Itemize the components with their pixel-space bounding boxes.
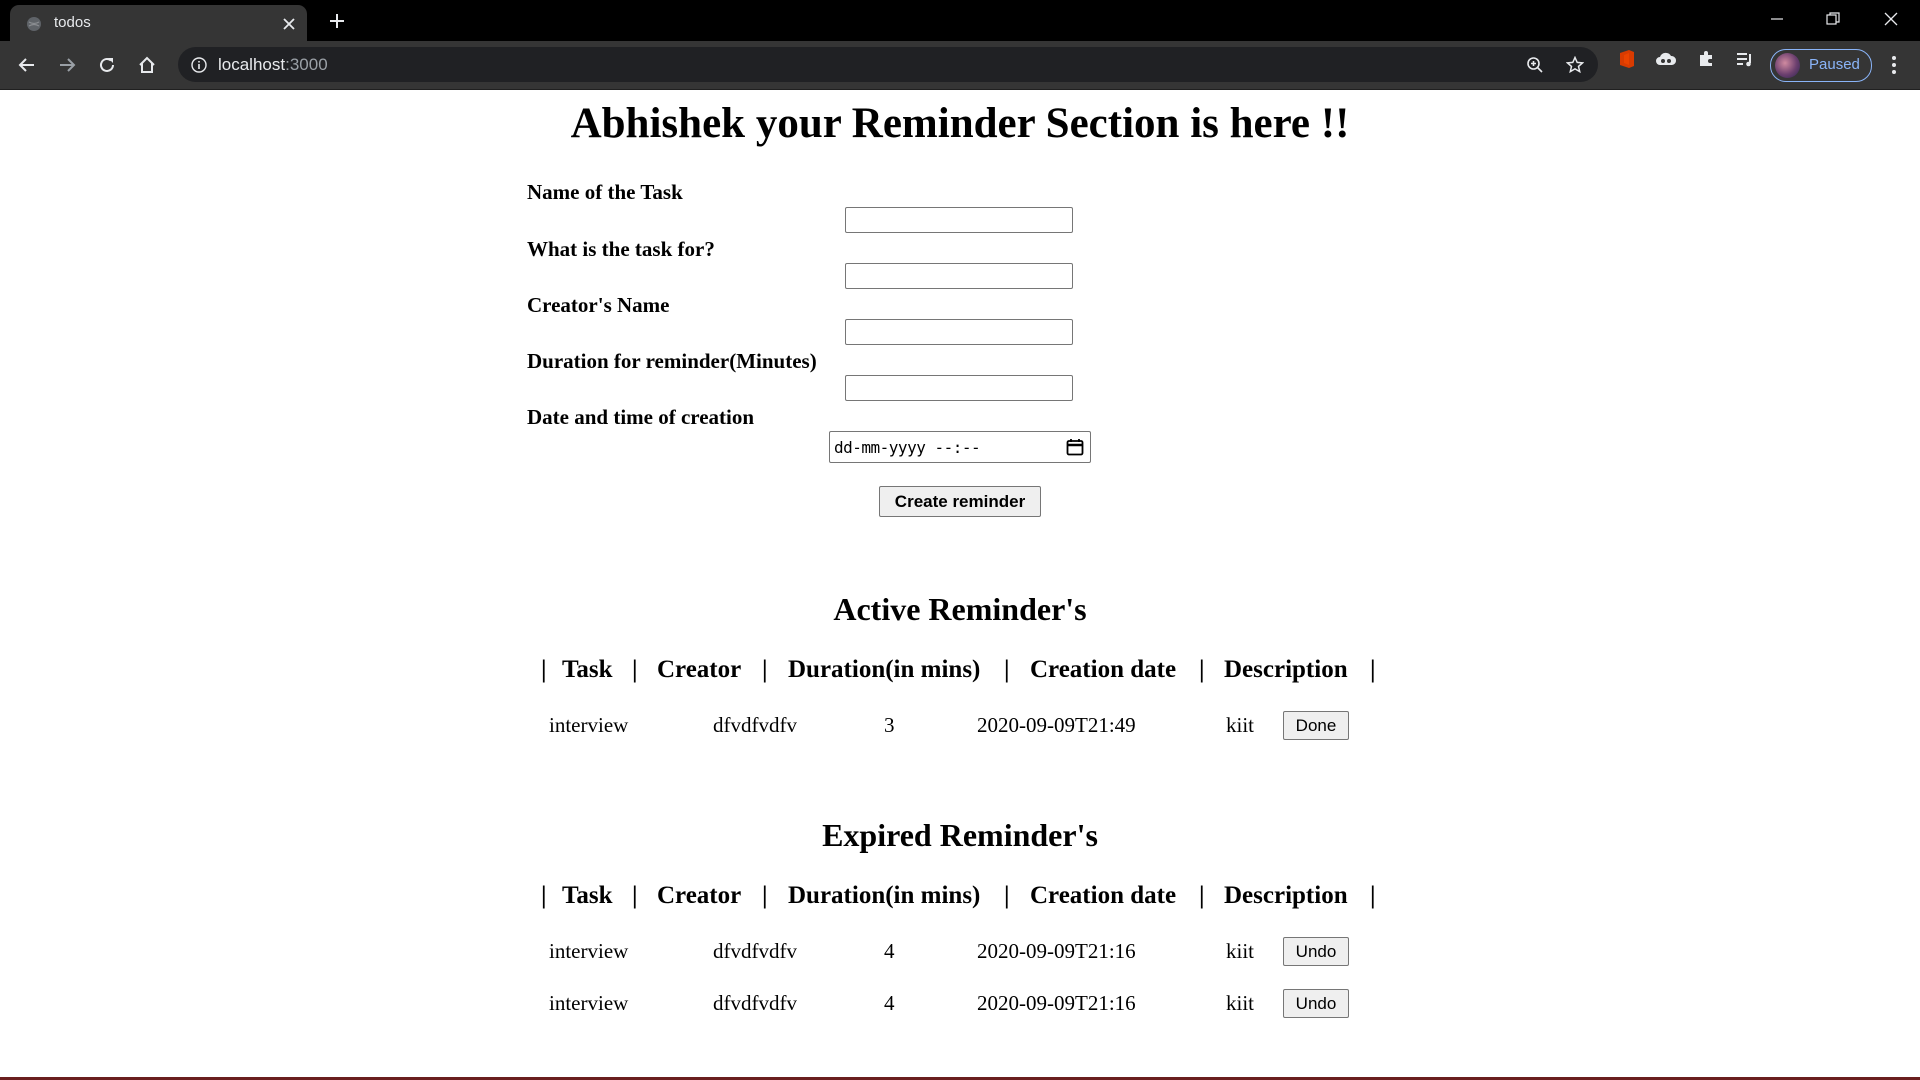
avatar bbox=[1775, 53, 1800, 78]
profile-button[interactable]: Paused bbox=[1770, 49, 1872, 82]
done-button[interactable]: Done bbox=[1283, 711, 1349, 740]
url-host: localhost bbox=[218, 55, 286, 74]
duration-label: Duration for reminder(Minutes) bbox=[527, 349, 817, 373]
column-separator: | bbox=[632, 882, 638, 909]
info-icon[interactable] bbox=[190, 56, 207, 73]
task-name-label: Name of the Task bbox=[527, 180, 683, 204]
cell-creator: dfvdfvdfv bbox=[713, 713, 797, 737]
column-separator: | bbox=[1004, 882, 1010, 909]
cell-description: kiit bbox=[1226, 991, 1255, 1015]
task-purpose-input[interactable] bbox=[845, 263, 1073, 289]
cell-task: interview bbox=[549, 991, 629, 1015]
browser-tab[interactable]: todos bbox=[10, 5, 307, 41]
column-header-creator: Creator bbox=[657, 882, 742, 909]
window-close-icon[interactable] bbox=[1871, 4, 1911, 34]
expired-reminders-heading: Expired Reminder's bbox=[822, 817, 1098, 853]
page-title: Abhishek your Reminder Section is here !… bbox=[570, 100, 1350, 147]
cell-description: kiit bbox=[1226, 713, 1255, 737]
task-name-input[interactable] bbox=[845, 207, 1073, 233]
cell-creation-date: 2020-09-09T21:49 bbox=[977, 713, 1136, 737]
browser-toolbar: localhost:3000 bbox=[0, 41, 1920, 90]
task-purpose-label: What is the task for? bbox=[527, 237, 715, 261]
creator-name-label: Creator's Name bbox=[527, 293, 670, 317]
cell-task: interview bbox=[549, 939, 629, 963]
plus-icon[interactable] bbox=[326, 10, 348, 32]
column-separator: | bbox=[1370, 656, 1376, 683]
datetime-placeholder: dd-mm-yyyy --:-- bbox=[834, 438, 981, 457]
cell-description: kiit bbox=[1226, 939, 1255, 963]
star-icon[interactable] bbox=[1565, 55, 1585, 75]
column-separator: | bbox=[1199, 882, 1205, 909]
column-separator: | bbox=[1370, 882, 1376, 909]
reload-icon[interactable] bbox=[92, 50, 122, 80]
cell-task: interview bbox=[549, 713, 629, 737]
column-header-task: Task bbox=[562, 882, 613, 909]
cell-creation-date: 2020-09-09T21:16 bbox=[977, 991, 1136, 1015]
column-separator: | bbox=[1004, 656, 1010, 683]
column-header-creator: Creator bbox=[657, 656, 742, 683]
zoom-icon[interactable] bbox=[1525, 55, 1545, 75]
close-icon[interactable] bbox=[280, 15, 298, 33]
tab-strip: todos bbox=[0, 0, 1920, 41]
back-arrow-icon[interactable] bbox=[12, 50, 42, 80]
creator-name-input[interactable] bbox=[845, 319, 1073, 345]
cell-duration: 3 bbox=[884, 713, 895, 737]
globe-icon bbox=[26, 16, 42, 32]
office-extension-icon[interactable] bbox=[1616, 48, 1638, 70]
url-text: localhost:3000 bbox=[218, 55, 328, 75]
undo-button[interactable]: Undo bbox=[1283, 937, 1349, 966]
cloud-extension-icon[interactable] bbox=[1655, 48, 1677, 70]
home-icon[interactable] bbox=[132, 50, 162, 80]
cell-duration: 4 bbox=[884, 991, 895, 1015]
calendar-icon[interactable] bbox=[1065, 437, 1085, 457]
column-header-creation-date: Creation date bbox=[1030, 882, 1177, 909]
playlist-icon[interactable] bbox=[1734, 48, 1756, 70]
column-header-creation-date: Creation date bbox=[1030, 656, 1177, 683]
column-header-duration: Duration(in mins) bbox=[788, 882, 981, 909]
cell-creator: dfvdfvdfv bbox=[713, 939, 797, 963]
create-reminder-button[interactable]: Create reminder bbox=[879, 486, 1041, 517]
creation-datetime-label: Date and time of creation bbox=[527, 405, 755, 429]
column-header-duration: Duration(in mins) bbox=[788, 656, 981, 683]
column-header-task: Task bbox=[562, 656, 613, 683]
cell-creation-date: 2020-09-09T21:16 bbox=[977, 939, 1136, 963]
undo-button[interactable]: Undo bbox=[1283, 989, 1349, 1018]
column-separator: | bbox=[762, 656, 768, 683]
restore-icon[interactable] bbox=[1813, 4, 1853, 34]
creation-datetime-input[interactable]: dd-mm-yyyy --:-- bbox=[829, 431, 1091, 463]
column-header-description: Description bbox=[1224, 656, 1348, 683]
column-separator: | bbox=[541, 882, 547, 909]
minimize-icon[interactable] bbox=[1757, 4, 1797, 34]
column-separator: | bbox=[632, 656, 638, 683]
url-port: :3000 bbox=[285, 55, 328, 74]
puzzle-icon[interactable] bbox=[1695, 48, 1717, 70]
column-separator: | bbox=[541, 656, 547, 683]
cell-creator: dfvdfvdfv bbox=[713, 991, 797, 1015]
more-options-icon[interactable] bbox=[1884, 54, 1904, 76]
tab-title: todos bbox=[54, 14, 91, 31]
forward-arrow-icon[interactable] bbox=[52, 50, 82, 80]
duration-input[interactable] bbox=[845, 375, 1073, 401]
column-separator: | bbox=[1199, 656, 1205, 683]
address-bar[interactable]: localhost:3000 bbox=[178, 47, 1598, 82]
active-reminders-heading: Active Reminder's bbox=[833, 591, 1087, 627]
cell-duration: 4 bbox=[884, 939, 895, 963]
profile-status: Paused bbox=[1809, 56, 1860, 73]
column-header-description: Description bbox=[1224, 882, 1348, 909]
column-separator: | bbox=[762, 882, 768, 909]
